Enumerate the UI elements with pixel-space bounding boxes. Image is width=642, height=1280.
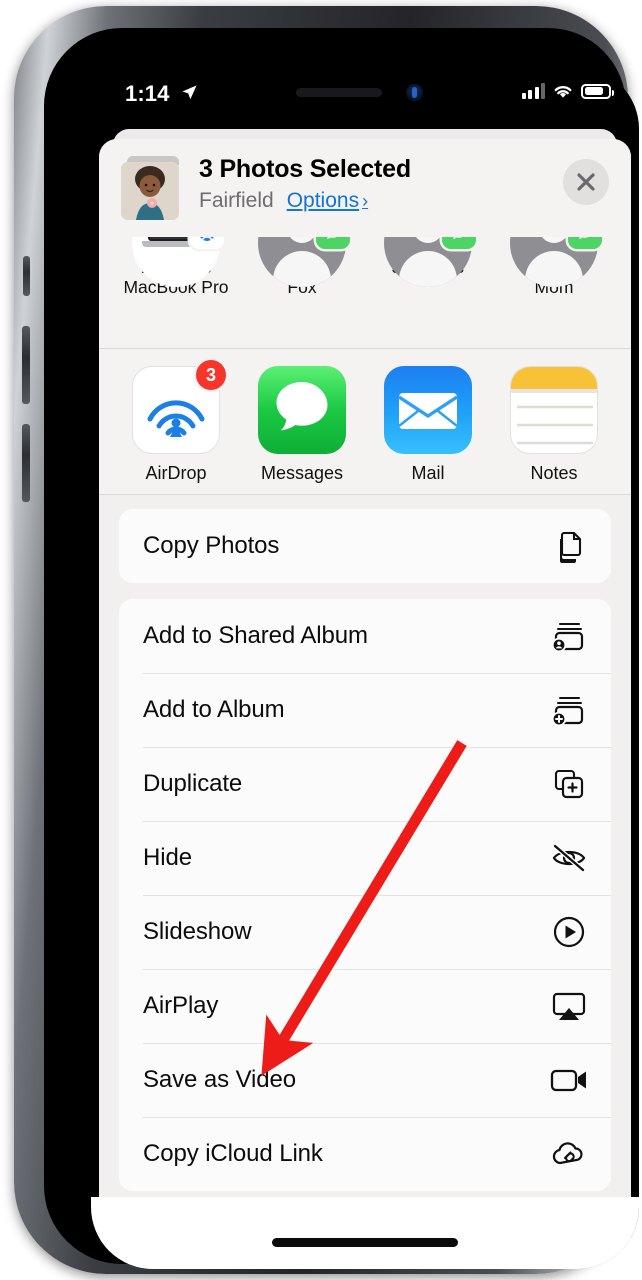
volume-down-button[interactable] <box>22 424 30 502</box>
status-indicators <box>521 83 614 99</box>
page-title: 3 Photos Selected <box>199 155 411 183</box>
thumbnail-image <box>121 162 179 220</box>
silent-switch[interactable] <box>23 256 30 296</box>
airdrop-badge-icon <box>190 237 224 249</box>
close-x-icon <box>577 173 595 191</box>
avatar <box>258 237 350 287</box>
video-camera-icon <box>549 1060 589 1100</box>
location-arrow-icon <box>182 85 197 100</box>
action-label: Add to Album <box>143 696 285 723</box>
app-item-messages[interactable]: Messages <box>239 366 365 484</box>
messages-icon <box>258 366 346 454</box>
avatar <box>132 237 224 287</box>
battery-icon <box>581 83 614 99</box>
airdrop-icon: 3 <box>132 360 226 454</box>
play-circle-icon <box>549 912 589 952</box>
volume-up-button[interactable] <box>22 326 30 404</box>
contact-name-line1: R <box>618 257 631 277</box>
airplay-icon <box>549 986 589 1026</box>
icloud-link-icon <box>549 1134 589 1174</box>
options-label: Options <box>286 189 360 212</box>
copy-icon <box>549 526 589 566</box>
album-name: Fairfield <box>199 189 274 212</box>
chevron-right-icon: › <box>362 190 369 211</box>
notch <box>246 67 484 123</box>
header-subtitle-row: Fairfield Options › <box>199 189 368 213</box>
mail-icon <box>384 366 472 454</box>
messages-badge-icon <box>316 237 350 249</box>
action-label: Copy Photos <box>143 532 280 559</box>
avatar <box>510 237 602 287</box>
action-card-1: Copy Photos <box>119 509 611 583</box>
notes-icon <box>510 366 598 454</box>
home-area <box>91 1197 639 1269</box>
share-sheet: 3 Photos Selected Fairfield Options › Ma… <box>99 139 631 1269</box>
app-item-airdrop[interactable]: 3 AirDrop <box>113 360 239 484</box>
contact-item-jes-hays[interactable]: Jes Hays <box>365 237 491 287</box>
duplicate-icon <box>549 764 589 804</box>
action-card-2: Add to Shared Album Add to Album Duplica… <box>119 599 611 1191</box>
contacts-row[interactable]: Leanne's MacBook Pro <box>99 237 631 349</box>
action-row-copy-photos[interactable]: Copy Photos <box>119 509 611 583</box>
add-album-icon <box>549 690 589 730</box>
action-label: Save as Video <box>143 1066 297 1093</box>
airdrop-badge-count: 3 <box>196 360 226 390</box>
action-row-hide[interactable]: Hide <box>119 821 611 895</box>
apps-row[interactable]: 3 AirDrop Messages Mail Notes <box>99 350 631 495</box>
cellular-bars-icon <box>521 83 545 99</box>
avatar <box>384 237 476 287</box>
options-link[interactable]: Options › <box>287 189 368 213</box>
action-label: Copy iCloud Link <box>143 1140 323 1167</box>
close-button[interactable] <box>563 159 609 205</box>
phone-screen: 1:14 3 Photos Selected Fairfield Options… <box>91 67 639 1269</box>
messages-badge-icon <box>442 237 476 249</box>
shared-album-icon <box>549 616 589 656</box>
action-row-airplay[interactable]: AirPlay <box>119 969 611 1043</box>
action-row-add-to-album[interactable]: Add to Album <box>119 673 611 747</box>
share-sheet-header: 3 Photos Selected Fairfield Options › <box>99 139 631 237</box>
messages-badge-icon <box>568 237 602 249</box>
contact-item-partial[interactable]: R M <box>617 237 631 297</box>
action-row-slideshow[interactable]: Slideshow <box>119 895 611 969</box>
front-camera-icon <box>406 84 423 101</box>
action-row-add-to-shared-album[interactable]: Add to Shared Album <box>119 599 611 673</box>
contact-name-line2: M <box>618 277 631 297</box>
action-label: Hide <box>143 844 192 871</box>
action-row-save-as-video[interactable]: Save as Video <box>119 1043 611 1117</box>
contact-item-leannes-macbook-pro[interactable]: Leanne's MacBook Pro <box>113 237 239 297</box>
hide-eye-icon <box>549 838 589 878</box>
status-time: 1:14 <box>125 81 170 106</box>
wifi-icon <box>554 86 572 98</box>
app-item-reminders[interactable]: Re <box>617 366 631 484</box>
action-label: Duplicate <box>143 770 243 797</box>
app-label: Notes <box>530 463 578 483</box>
earpiece-speaker-icon <box>296 88 382 97</box>
action-label: Add to Shared Album <box>143 622 368 649</box>
app-label: AirDrop <box>145 463 207 483</box>
app-label: Messages <box>260 463 344 483</box>
action-label: AirPlay <box>143 992 219 1019</box>
action-row-duplicate[interactable]: Duplicate <box>119 747 611 821</box>
phone-frame: 1:14 3 Photos Selected Fairfield Options… <box>14 6 639 1274</box>
app-label: Mail <box>411 463 445 483</box>
photo-thumbnail <box>121 156 185 220</box>
contact-name: R M <box>618 257 631 297</box>
home-indicator[interactable] <box>272 1238 458 1247</box>
contact-item-makayla-fox[interactable]: Makayla Fox <box>239 237 365 297</box>
action-list: Copy Photos Add to Shared Album Add to A… <box>99 495 631 1269</box>
app-item-notes[interactable]: Notes <box>491 366 617 484</box>
contact-item-lenis-mom[interactable]: Leni's Mom <box>491 237 617 297</box>
app-item-mail[interactable]: Mail <box>365 366 491 484</box>
battery-fill <box>584 87 603 95</box>
action-row-copy-icloud-link[interactable]: Copy iCloud Link <box>119 1117 611 1191</box>
phone-bezel: 1:14 3 Photos Selected Fairfield Options… <box>44 28 639 1269</box>
action-label: Slideshow <box>143 918 252 945</box>
